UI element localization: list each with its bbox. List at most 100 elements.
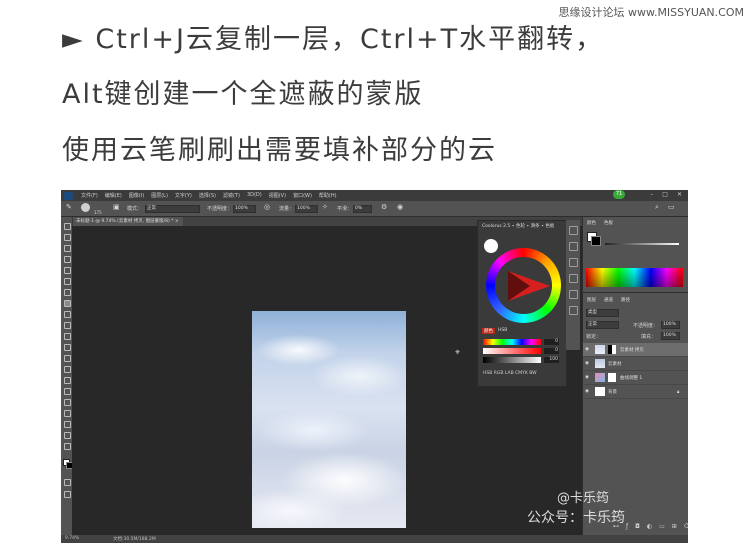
menu-type[interactable]: 文字(Y): [175, 192, 192, 199]
color-spectrum[interactable]: [586, 268, 683, 287]
eye-icon[interactable]: ◉: [585, 375, 589, 380]
brush-tool-icon-active[interactable]: [64, 300, 71, 307]
eye-icon[interactable]: ◉: [585, 389, 589, 394]
pen-tool-icon[interactable]: [64, 377, 71, 384]
brush-tool-icon[interactable]: ✎: [66, 203, 72, 211]
add-mask-icon[interactable]: ◘: [635, 523, 640, 535]
adjustments-panel-icon[interactable]: [569, 258, 578, 267]
saturation-value[interactable]: 0: [544, 348, 559, 354]
saturation-slider[interactable]: [483, 348, 541, 354]
gear-icon[interactable]: ⚙: [381, 203, 387, 211]
coolorus-tab-color[interactable]: 颜色: [482, 328, 495, 334]
group-icon[interactable]: ▭: [659, 523, 665, 535]
menu-layer[interactable]: 图层(L): [151, 192, 168, 199]
healing-tool-icon[interactable]: [64, 289, 71, 296]
brightness-value[interactable]: 100: [544, 357, 559, 363]
layer-filter-select[interactable]: 类型: [586, 309, 619, 317]
quick-mask-icon[interactable]: [64, 479, 71, 486]
brush-settings-panel-icon[interactable]: [569, 274, 578, 283]
layer-mask-thumbnail[interactable]: [608, 345, 616, 354]
pressure-opacity-icon[interactable]: ◎: [264, 203, 270, 211]
path-select-tool-icon[interactable]: [64, 399, 71, 406]
mode-select[interactable]: 正常: [145, 205, 200, 213]
menu-view[interactable]: 视图(V): [269, 192, 286, 199]
hue-value[interactable]: 0: [544, 339, 559, 345]
tab-swatches[interactable]: 色板: [604, 220, 613, 226]
menu-edit[interactable]: 编辑(E): [105, 192, 122, 199]
screen-mode-icon[interactable]: [64, 491, 71, 498]
type-tool-icon[interactable]: [64, 388, 71, 395]
eraser-tool-icon[interactable]: [64, 333, 71, 340]
gradient-tool-icon[interactable]: [64, 344, 71, 351]
more-tools-icon[interactable]: [64, 443, 71, 450]
zoom-tool-icon[interactable]: [64, 432, 71, 439]
document-tab[interactable]: 未标题-1 @ 9.74% (云素材 拷贝, 图层蒙版/8) * ×: [72, 217, 183, 226]
tab-color[interactable]: 颜色: [587, 220, 596, 226]
history-brush-tool-icon[interactable]: [64, 322, 71, 329]
color-wheel[interactable]: [486, 248, 561, 323]
tab-paths[interactable]: 路径: [621, 297, 630, 303]
magic-wand-tool-icon[interactable]: [64, 256, 71, 263]
brightness-slider[interactable]: [483, 357, 541, 363]
search-icon[interactable]: ⌕: [655, 203, 659, 212]
layer-row[interactable]: ◉ 云素材: [583, 357, 688, 371]
paragraph-panel-icon[interactable]: [569, 306, 578, 315]
properties-panel-icon[interactable]: [569, 242, 578, 251]
current-color-swatch[interactable]: [484, 239, 498, 253]
menu-image[interactable]: 图像(I): [129, 192, 144, 199]
fill-input[interactable]: 100%: [661, 332, 680, 340]
crop-tool-icon[interactable]: [64, 267, 71, 274]
opacity-input[interactable]: 100%: [233, 205, 256, 213]
menu-help[interactable]: 帮助(H): [319, 192, 337, 199]
menu-3d[interactable]: 3D(D): [247, 192, 262, 199]
new-layer-icon[interactable]: ⊞: [672, 523, 677, 535]
fx-icon[interactable]: ƒ: [626, 523, 628, 535]
gray-slider[interactable]: [605, 243, 679, 245]
hue-slider[interactable]: [483, 339, 541, 345]
marquee-tool-icon[interactable]: [64, 234, 71, 241]
notification-badge[interactable]: 71: [613, 190, 625, 199]
blur-tool-icon[interactable]: [64, 355, 71, 362]
eyedropper-tool-icon[interactable]: [64, 278, 71, 285]
eye-icon[interactable]: ◉: [585, 361, 589, 366]
pressure-size-icon[interactable]: ◉: [397, 203, 403, 211]
history-panel-icon[interactable]: [569, 226, 578, 235]
lasso-tool-icon[interactable]: [64, 245, 71, 252]
brush-panel-icon[interactable]: ▣: [113, 203, 120, 211]
menu-window[interactable]: 窗口(W): [293, 192, 312, 199]
document-canvas[interactable]: [252, 311, 406, 528]
character-panel-icon[interactable]: [569, 290, 578, 299]
smoothing-input[interactable]: 0%: [353, 205, 372, 213]
color-triangle-shade: [508, 271, 530, 301]
trash-icon[interactable]: ⌫: [684, 523, 688, 535]
dodge-tool-icon[interactable]: [64, 366, 71, 373]
shape-tool-icon[interactable]: [64, 410, 71, 417]
tab-layers[interactable]: 图层: [587, 297, 596, 303]
zoom-level[interactable]: 9.74%: [65, 536, 79, 541]
stamp-tool-icon[interactable]: [64, 311, 71, 318]
coolorus-tab-hsb[interactable]: HSB: [498, 328, 507, 334]
adjustment-icon[interactable]: ◐: [647, 523, 652, 535]
eye-icon[interactable]: ◉: [585, 347, 589, 352]
flow-input[interactable]: 100%: [295, 205, 318, 213]
airbrush-icon[interactable]: ✧: [322, 203, 328, 211]
move-tool-icon[interactable]: [64, 223, 71, 230]
panel-background-swatch[interactable]: [591, 236, 601, 246]
tab-channels[interactable]: 通道: [604, 297, 613, 303]
close-button[interactable]: ✕: [677, 191, 682, 198]
layer-row[interactable]: ◉ 云素材 拷贝: [583, 343, 688, 357]
menu-filter[interactable]: 滤镜(T): [223, 192, 240, 199]
layer-mask-thumbnail[interactable]: [608, 373, 616, 382]
hand-tool-icon[interactable]: [64, 421, 71, 428]
maximize-button[interactable]: □: [662, 191, 668, 198]
layer-row[interactable]: ◉ 曲线调整 1: [583, 371, 688, 385]
minimize-button[interactable]: –: [650, 191, 653, 198]
menu-select[interactable]: 选择(S): [199, 192, 216, 199]
menu-file[interactable]: 文件(F): [81, 192, 98, 199]
blend-mode-select[interactable]: 正常: [586, 321, 619, 329]
brush-preset-icon[interactable]: [81, 203, 90, 212]
layer-row[interactable]: ◉ 背景 🔒︎: [583, 385, 688, 399]
layer-opacity-input[interactable]: 100%: [661, 321, 680, 329]
workspace-icon[interactable]: ▭: [668, 203, 675, 211]
coolorus-modes[interactable]: HSB RGB LAB CMYK BW: [483, 371, 537, 376]
